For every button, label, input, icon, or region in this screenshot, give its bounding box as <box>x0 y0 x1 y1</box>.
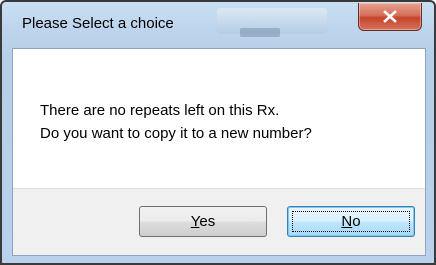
no-button-label: No <box>341 213 360 230</box>
message-line-2: Do you want to copy it to a new number? <box>40 125 312 142</box>
dialog-window: Please Select a choice There are no repe… <box>0 0 436 265</box>
yes-label-rest: es <box>199 213 216 230</box>
title-bar[interactable]: Please Select a choice <box>2 2 434 48</box>
message-text: There are no repeats left on this Rx. Do… <box>40 99 312 145</box>
no-mnemonic: N <box>341 213 353 230</box>
yes-button-label: Yes <box>191 213 215 230</box>
dialog-body: There are no repeats left on this Rx. Do… <box>12 48 426 256</box>
close-x-icon <box>383 10 397 23</box>
message-line-1: There are no repeats left on this Rx. <box>40 102 280 119</box>
dialog-title: Please Select a choice <box>22 15 174 32</box>
yes-button[interactable]: Yes <box>139 206 267 237</box>
close-button[interactable] <box>358 3 422 31</box>
no-label-rest: o <box>352 213 361 230</box>
no-button[interactable]: No <box>287 206 415 237</box>
button-bar: Yes No <box>13 188 425 255</box>
